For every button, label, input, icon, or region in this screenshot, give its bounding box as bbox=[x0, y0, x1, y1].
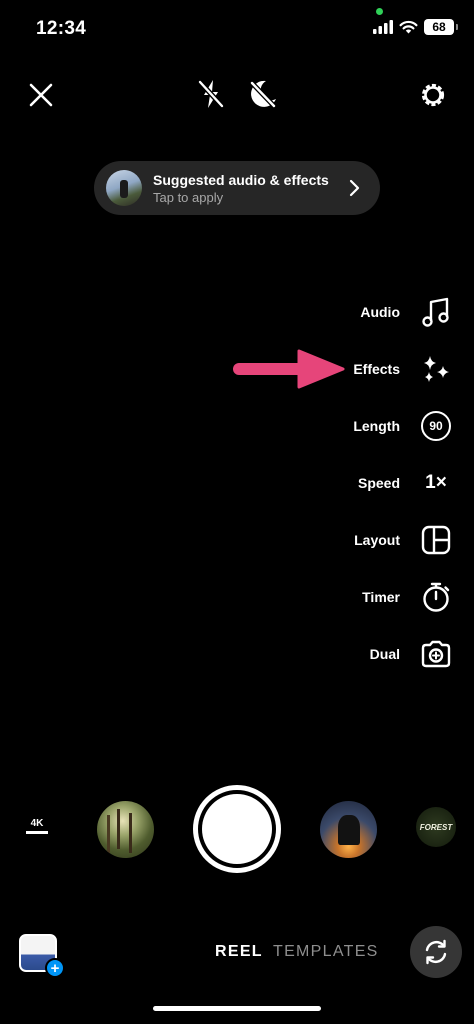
music-note-icon bbox=[418, 294, 454, 330]
layout-icon bbox=[418, 522, 454, 558]
annotation-arrow-icon bbox=[233, 349, 345, 389]
effect-thumbnail-forest-logo[interactable]: FOREST bbox=[416, 807, 456, 847]
suggested-audio-effects-pill[interactable]: Suggested audio & effects Tap to apply bbox=[94, 161, 380, 215]
battery-level: 68 bbox=[432, 20, 446, 34]
sparkles-icon bbox=[418, 351, 454, 387]
tool-layout[interactable]: Layout bbox=[354, 520, 454, 560]
camera-indicator-dot bbox=[376, 8, 383, 15]
suggestion-text: Suggested audio & effects Tap to apply bbox=[153, 172, 329, 205]
settings-icon bbox=[421, 83, 445, 107]
tool-effects[interactable]: Effects bbox=[353, 349, 454, 389]
settings-button[interactable] bbox=[416, 78, 450, 112]
flip-camera-icon bbox=[425, 939, 447, 965]
speed-icon: 1× bbox=[418, 465, 454, 501]
tool-audio[interactable]: Audio bbox=[360, 292, 454, 332]
length-icon: 90 bbox=[418, 408, 454, 444]
tool-label-audio: Audio bbox=[360, 304, 400, 320]
wifi-icon bbox=[399, 20, 418, 34]
dual-camera-icon bbox=[418, 636, 454, 672]
battery-icon: 68 bbox=[424, 19, 458, 35]
shutter-inner bbox=[202, 794, 272, 864]
status-right: 68 bbox=[373, 19, 458, 35]
add-plus-icon: + bbox=[45, 958, 65, 978]
signal-icon bbox=[373, 20, 393, 34]
flip-camera-button[interactable] bbox=[410, 926, 462, 978]
effect-thumbnail-forest[interactable] bbox=[97, 801, 154, 858]
flash-off-icon bbox=[197, 79, 225, 109]
quality-4k-underline bbox=[26, 831, 48, 834]
suggestion-subtitle: Tap to apply bbox=[153, 189, 224, 205]
tool-timer[interactable]: Timer bbox=[362, 577, 454, 617]
tool-label-speed: Speed bbox=[357, 475, 400, 491]
quality-4k-label: 4K bbox=[30, 818, 44, 829]
night-mode-button[interactable] bbox=[246, 77, 280, 111]
tool-dual[interactable]: Dual bbox=[370, 634, 454, 674]
tool-label-layout: Layout bbox=[354, 532, 400, 548]
mode-reel-tab[interactable]: REEL bbox=[215, 943, 263, 961]
status-time: 12:34 bbox=[36, 18, 87, 39]
speed-value: 1× bbox=[425, 472, 447, 493]
shutter-button[interactable] bbox=[193, 785, 281, 873]
tool-label-effects: Effects bbox=[353, 361, 400, 377]
tool-label-length: Length bbox=[353, 418, 400, 434]
tool-label-timer: Timer bbox=[362, 589, 400, 605]
close-icon bbox=[29, 83, 53, 107]
flash-toggle-button[interactable] bbox=[194, 77, 228, 111]
tool-length[interactable]: Length 90 bbox=[353, 406, 454, 446]
tool-speed[interactable]: Speed 1× bbox=[358, 463, 454, 503]
night-mode-off-icon bbox=[249, 80, 277, 109]
length-value: 90 bbox=[421, 411, 451, 441]
forest-logo-text: FOREST bbox=[419, 822, 453, 832]
close-button[interactable] bbox=[24, 78, 58, 112]
suggestion-title: Suggested audio & effects bbox=[153, 171, 329, 188]
effect-thumbnail-rider[interactable] bbox=[320, 801, 377, 858]
tool-label-dual: Dual bbox=[369, 646, 400, 662]
mode-templates-tab[interactable]: TEMPLATES bbox=[273, 943, 379, 961]
timer-icon bbox=[418, 579, 454, 615]
suggestion-thumbnail bbox=[106, 170, 142, 206]
chevron-right-icon bbox=[349, 179, 360, 197]
gallery-button[interactable]: + bbox=[19, 934, 65, 978]
quality-4k-badge[interactable]: 4K bbox=[26, 818, 48, 836]
home-indicator bbox=[153, 1006, 321, 1011]
